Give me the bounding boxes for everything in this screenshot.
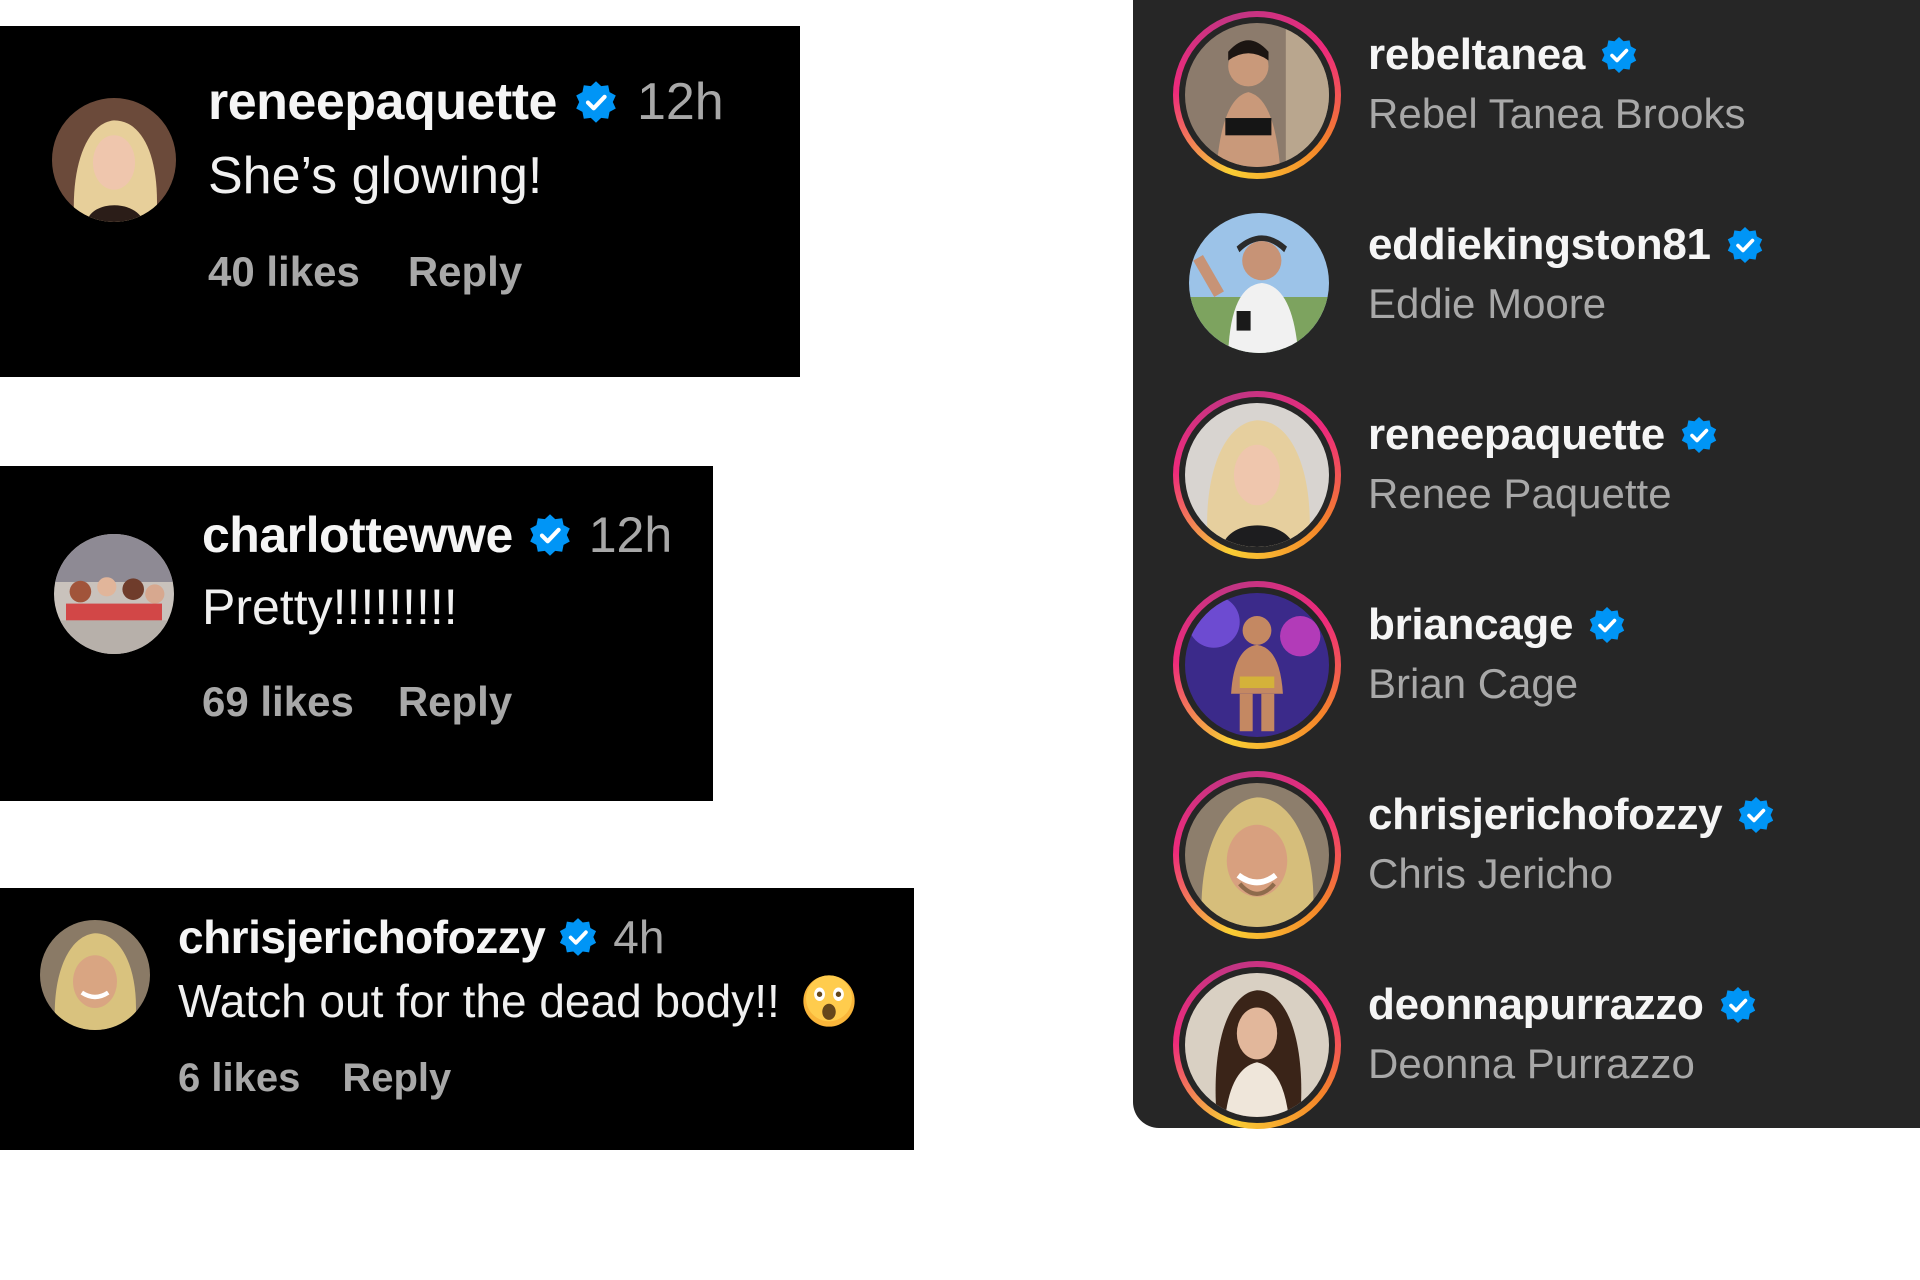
verified-badge-icon bbox=[573, 79, 619, 125]
account-full-name: Rebel Tanea Brooks bbox=[1368, 90, 1746, 137]
verified-badge-icon bbox=[1587, 605, 1627, 645]
profile-photo-icon bbox=[1185, 403, 1329, 547]
comment-text: Watch out for the dead body!! bbox=[178, 975, 780, 1027]
profile-photo-icon bbox=[40, 920, 150, 1030]
comment-timestamp: 12h bbox=[636, 73, 724, 131]
comment-username[interactable]: reneepaquette bbox=[208, 72, 557, 132]
comment-timestamp: 12h bbox=[588, 507, 673, 563]
profile-photo-icon bbox=[1185, 783, 1329, 927]
account-full-name: Renee Paquette bbox=[1368, 470, 1672, 517]
account-row[interactable]: briancage Brian Cage bbox=[1133, 570, 1920, 760]
avatar[interactable] bbox=[40, 920, 150, 1030]
reply-button[interactable]: Reply bbox=[408, 248, 522, 296]
verified-badge-icon bbox=[1599, 35, 1639, 75]
likes-count[interactable]: 40 likes bbox=[208, 248, 360, 296]
account-username: eddiekingston81 bbox=[1368, 220, 1711, 269]
comment-item: reneepaquette 12h She’s glowing! 40 like… bbox=[0, 26, 800, 296]
account-row[interactable]: deonnapurrazzo Deonna Purrazzo bbox=[1133, 950, 1920, 1140]
comment-card: reneepaquette 12h She’s glowing! 40 like… bbox=[0, 26, 800, 377]
story-ring bbox=[1173, 11, 1341, 179]
likes-count[interactable]: 69 likes bbox=[202, 678, 354, 726]
verified-badge-icon bbox=[1679, 415, 1719, 455]
account-row[interactable]: reneepaquette Renee Paquette bbox=[1133, 380, 1920, 570]
verified-badge-icon bbox=[1718, 985, 1758, 1025]
account-username: reneepaquette bbox=[1368, 410, 1665, 459]
account-row[interactable]: chrisjerichofozzy Chris Jericho bbox=[1133, 760, 1920, 950]
account-full-name: Eddie Moore bbox=[1368, 280, 1607, 327]
comment-text: Pretty!!!!!!!!! bbox=[202, 579, 458, 635]
account-username: deonnapurrazzo bbox=[1368, 980, 1704, 1029]
avatar bbox=[1189, 213, 1329, 353]
account-row[interactable]: rebeltanea Rebel Tanea Brooks bbox=[1133, 0, 1920, 190]
profile-photo-icon bbox=[1185, 593, 1329, 737]
avatar bbox=[1185, 973, 1329, 1117]
profile-photo-icon bbox=[1185, 973, 1329, 1117]
comment-card: charlottewwe 12h Pretty!!!!!!!!! 69 like… bbox=[0, 466, 713, 801]
story-ring bbox=[1173, 961, 1341, 1129]
avatar[interactable] bbox=[54, 534, 174, 654]
avatar bbox=[1185, 783, 1329, 927]
comment-card: chrisjerichofozzy 4h Watch out for the d… bbox=[0, 888, 914, 1150]
story-ring bbox=[1173, 391, 1341, 559]
account-username: briancage bbox=[1368, 600, 1574, 649]
account-list-panel: rebeltanea Rebel Tanea Brooks eddiekings… bbox=[1133, 0, 1920, 1129]
story-ring bbox=[1173, 771, 1341, 939]
account-username: rebeltanea bbox=[1368, 30, 1586, 79]
account-full-name: Deonna Purrazzo bbox=[1368, 1040, 1695, 1087]
profile-photo-icon bbox=[1185, 23, 1329, 167]
story-ring bbox=[1173, 581, 1341, 749]
comment-username[interactable]: charlottewwe bbox=[202, 506, 513, 564]
avatar bbox=[1185, 23, 1329, 167]
verified-badge-icon bbox=[1736, 795, 1776, 835]
avatar[interactable] bbox=[52, 98, 176, 222]
profile-photo-icon bbox=[1189, 213, 1329, 353]
account-full-name: Brian Cage bbox=[1368, 660, 1579, 707]
reply-button[interactable]: Reply bbox=[342, 1056, 451, 1101]
profile-photo-icon bbox=[54, 534, 174, 654]
astonished-face-emoji-icon bbox=[802, 974, 856, 1028]
comment-text: She’s glowing! bbox=[208, 147, 543, 205]
verified-badge-icon bbox=[527, 512, 573, 558]
verified-badge-icon bbox=[557, 916, 599, 958]
likes-count[interactable]: 6 likes bbox=[178, 1056, 300, 1101]
avatar bbox=[1185, 403, 1329, 547]
account-username: chrisjerichofozzy bbox=[1368, 790, 1723, 839]
account-row[interactable]: eddiekingston81 Eddie Moore bbox=[1133, 190, 1920, 380]
comment-timestamp: 4h bbox=[613, 911, 665, 963]
account-full-name: Chris Jericho bbox=[1368, 850, 1614, 897]
avatar bbox=[1185, 593, 1329, 737]
verified-badge-icon bbox=[1725, 225, 1765, 265]
comment-username[interactable]: chrisjerichofozzy bbox=[178, 910, 546, 964]
reply-button[interactable]: Reply bbox=[398, 678, 512, 726]
comment-item: charlottewwe 12h Pretty!!!!!!!!! 69 like… bbox=[0, 466, 713, 726]
comment-item: chrisjerichofozzy 4h Watch out for the d… bbox=[0, 888, 914, 1101]
profile-photo-icon bbox=[52, 98, 176, 222]
